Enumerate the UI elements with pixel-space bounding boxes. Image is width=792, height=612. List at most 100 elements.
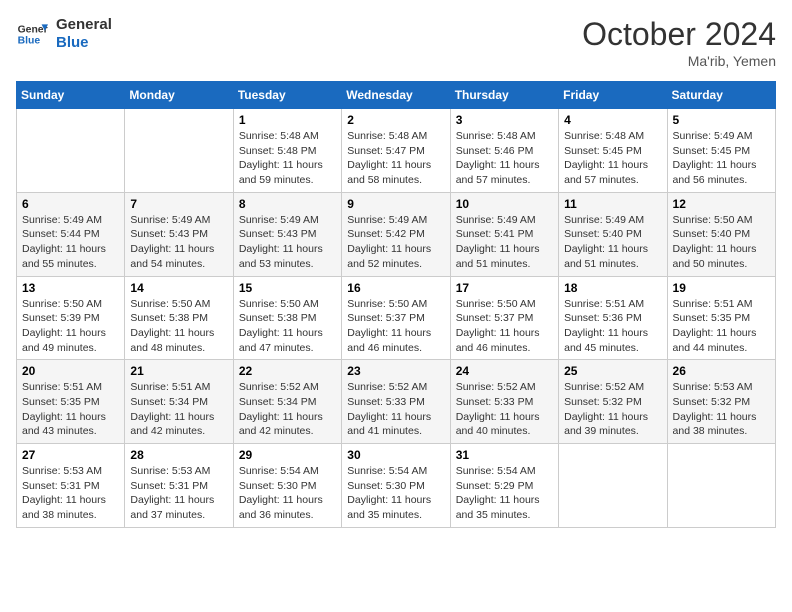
day-info: Sunrise: 5:48 AM Sunset: 5:47 PM Dayligh… — [347, 129, 444, 188]
day-info: Sunrise: 5:54 AM Sunset: 5:29 PM Dayligh… — [456, 464, 553, 523]
day-number: 29 — [239, 448, 336, 462]
weekday-header-saturday: Saturday — [667, 82, 775, 109]
day-number: 20 — [22, 364, 119, 378]
calendar-cell: 25 Sunrise: 5:52 AM Sunset: 5:32 PM Dayli… — [559, 360, 667, 444]
title-block: October 2024 Ma'rib, Yemen — [582, 16, 776, 69]
calendar-cell — [667, 444, 775, 528]
calendar-cell: 1 Sunrise: 5:48 AM Sunset: 5:48 PM Daylig… — [233, 109, 341, 193]
calendar-cell: 7Sunrise: 5:49 AM Sunset: 5:43 PM Daylig… — [125, 192, 233, 276]
day-info: Sunrise: 5:51 AM Sunset: 5:35 PM Dayligh… — [673, 297, 770, 356]
logo-blue: Blue — [56, 34, 112, 52]
calendar-cell: 5 Sunrise: 5:49 AM Sunset: 5:45 PM Daylig… — [667, 109, 775, 193]
day-number: 13 — [22, 281, 119, 295]
day-number: 15 — [239, 281, 336, 295]
calendar-cell: 26 Sunrise: 5:53 AM Sunset: 5:32 PM Dayli… — [667, 360, 775, 444]
day-info: Sunrise: 5:50 AM Sunset: 5:37 PM Dayligh… — [347, 297, 444, 356]
day-number: 5 — [673, 113, 770, 127]
day-info: Sunrise: 5:49 AM Sunset: 5:41 PM Dayligh… — [456, 213, 553, 272]
day-info: Sunrise: 5:49 AM Sunset: 5:43 PM Dayligh… — [130, 213, 227, 272]
day-number: 27 — [22, 448, 119, 462]
calendar-cell — [559, 444, 667, 528]
page-header: General Blue General Blue October 2024 M… — [16, 16, 776, 69]
day-info: Sunrise: 5:52 AM Sunset: 5:32 PM Dayligh… — [564, 380, 661, 439]
calendar-cell: 19 Sunrise: 5:51 AM Sunset: 5:35 PM Dayli… — [667, 276, 775, 360]
day-number: 30 — [347, 448, 444, 462]
calendar-cell: 21Sunrise: 5:51 AM Sunset: 5:34 PM Dayli… — [125, 360, 233, 444]
weekday-header-thursday: Thursday — [450, 82, 558, 109]
calendar-cell: 12 Sunrise: 5:50 AM Sunset: 5:40 PM Dayli… — [667, 192, 775, 276]
logo-icon: General Blue — [16, 18, 48, 50]
day-info: Sunrise: 5:49 AM Sunset: 5:42 PM Dayligh… — [347, 213, 444, 272]
calendar-cell: 6 Sunrise: 5:49 AM Sunset: 5:44 PM Daylig… — [17, 192, 125, 276]
calendar-header: SundayMondayTuesdayWednesdayThursdayFrid… — [17, 82, 776, 109]
calendar-cell: 23Sunrise: 5:52 AM Sunset: 5:33 PM Dayli… — [342, 360, 450, 444]
day-number: 2 — [347, 113, 444, 127]
svg-text:Blue: Blue — [18, 36, 41, 47]
day-number: 26 — [673, 364, 770, 378]
calendar-cell: 10Sunrise: 5:49 AM Sunset: 5:41 PM Dayli… — [450, 192, 558, 276]
day-info: Sunrise: 5:50 AM Sunset: 5:40 PM Dayligh… — [673, 213, 770, 272]
calendar-cell: 14 Sunrise: 5:50 AM Sunset: 5:38 PM Dayli… — [125, 276, 233, 360]
calendar-cell — [17, 109, 125, 193]
logo: General Blue General Blue — [16, 16, 112, 52]
day-info: Sunrise: 5:51 AM Sunset: 5:35 PM Dayligh… — [22, 380, 119, 439]
calendar-cell: 16Sunrise: 5:50 AM Sunset: 5:37 PM Dayli… — [342, 276, 450, 360]
calendar-cell: 24Sunrise: 5:52 AM Sunset: 5:33 PM Dayli… — [450, 360, 558, 444]
day-info: Sunrise: 5:54 AM Sunset: 5:30 PM Dayligh… — [239, 464, 336, 523]
weekday-header-tuesday: Tuesday — [233, 82, 341, 109]
day-number: 25 — [564, 364, 661, 378]
day-info: Sunrise: 5:49 AM Sunset: 5:44 PM Dayligh… — [22, 213, 119, 272]
calendar-cell: 4 Sunrise: 5:48 AM Sunset: 5:45 PM Daylig… — [559, 109, 667, 193]
day-info: Sunrise: 5:53 AM Sunset: 5:31 PM Dayligh… — [22, 464, 119, 523]
weekday-header-wednesday: Wednesday — [342, 82, 450, 109]
calendar-week-3: 13 Sunrise: 5:50 AM Sunset: 5:39 PM Dayli… — [17, 276, 776, 360]
day-number: 9 — [347, 197, 444, 211]
day-info: Sunrise: 5:53 AM Sunset: 5:31 PM Dayligh… — [130, 464, 227, 523]
day-number: 19 — [673, 281, 770, 295]
day-info: Sunrise: 5:54 AM Sunset: 5:30 PM Dayligh… — [347, 464, 444, 523]
day-number: 4 — [564, 113, 661, 127]
calendar-cell: 28 Sunrise: 5:53 AM Sunset: 5:31 PM Dayli… — [125, 444, 233, 528]
day-number: 24 — [456, 364, 553, 378]
day-number: 6 — [22, 197, 119, 211]
day-number: 18 — [564, 281, 661, 295]
calendar-table: SundayMondayTuesdayWednesdayThursdayFrid… — [16, 81, 776, 528]
day-number: 22 — [239, 364, 336, 378]
day-number: 14 — [130, 281, 227, 295]
calendar-week-5: 27 Sunrise: 5:53 AM Sunset: 5:31 PM Dayli… — [17, 444, 776, 528]
day-info: Sunrise: 5:50 AM Sunset: 5:39 PM Dayligh… — [22, 297, 119, 356]
logo-general: General — [56, 16, 112, 34]
day-info: Sunrise: 5:48 AM Sunset: 5:46 PM Dayligh… — [456, 129, 553, 188]
calendar-cell: 9 Sunrise: 5:49 AM Sunset: 5:42 PM Daylig… — [342, 192, 450, 276]
calendar-week-1: 1 Sunrise: 5:48 AM Sunset: 5:48 PM Daylig… — [17, 109, 776, 193]
calendar-cell: 17 Sunrise: 5:50 AM Sunset: 5:37 PM Dayli… — [450, 276, 558, 360]
day-info: Sunrise: 5:49 AM Sunset: 5:45 PM Dayligh… — [673, 129, 770, 188]
day-info: Sunrise: 5:50 AM Sunset: 5:37 PM Dayligh… — [456, 297, 553, 356]
calendar-cell: 22 Sunrise: 5:52 AM Sunset: 5:34 PM Dayli… — [233, 360, 341, 444]
calendar-cell: 15Sunrise: 5:50 AM Sunset: 5:38 PM Dayli… — [233, 276, 341, 360]
day-number: 17 — [456, 281, 553, 295]
calendar-cell: 27 Sunrise: 5:53 AM Sunset: 5:31 PM Dayli… — [17, 444, 125, 528]
day-info: Sunrise: 5:50 AM Sunset: 5:38 PM Dayligh… — [130, 297, 227, 356]
day-number: 8 — [239, 197, 336, 211]
day-number: 21 — [130, 364, 227, 378]
day-info: Sunrise: 5:49 AM Sunset: 5:43 PM Dayligh… — [239, 213, 336, 272]
day-info: Sunrise: 5:49 AM Sunset: 5:40 PM Dayligh… — [564, 213, 661, 272]
day-info: Sunrise: 5:53 AM Sunset: 5:32 PM Dayligh… — [673, 380, 770, 439]
calendar-cell: 31 Sunrise: 5:54 AM Sunset: 5:29 PM Dayli… — [450, 444, 558, 528]
calendar-week-2: 6 Sunrise: 5:49 AM Sunset: 5:44 PM Daylig… — [17, 192, 776, 276]
calendar-cell: 30 Sunrise: 5:54 AM Sunset: 5:30 PM Dayli… — [342, 444, 450, 528]
calendar-cell: 8 Sunrise: 5:49 AM Sunset: 5:43 PM Daylig… — [233, 192, 341, 276]
day-number: 3 — [456, 113, 553, 127]
day-info: Sunrise: 5:52 AM Sunset: 5:34 PM Dayligh… — [239, 380, 336, 439]
weekday-header-friday: Friday — [559, 82, 667, 109]
day-info: Sunrise: 5:48 AM Sunset: 5:48 PM Dayligh… — [239, 129, 336, 188]
weekday-header-sunday: Sunday — [17, 82, 125, 109]
day-number: 1 — [239, 113, 336, 127]
day-number: 28 — [130, 448, 227, 462]
location-subtitle: Ma'rib, Yemen — [582, 53, 776, 69]
day-info: Sunrise: 5:48 AM Sunset: 5:45 PM Dayligh… — [564, 129, 661, 188]
calendar-cell: 20 Sunrise: 5:51 AM Sunset: 5:35 PM Dayli… — [17, 360, 125, 444]
day-number: 31 — [456, 448, 553, 462]
day-number: 12 — [673, 197, 770, 211]
